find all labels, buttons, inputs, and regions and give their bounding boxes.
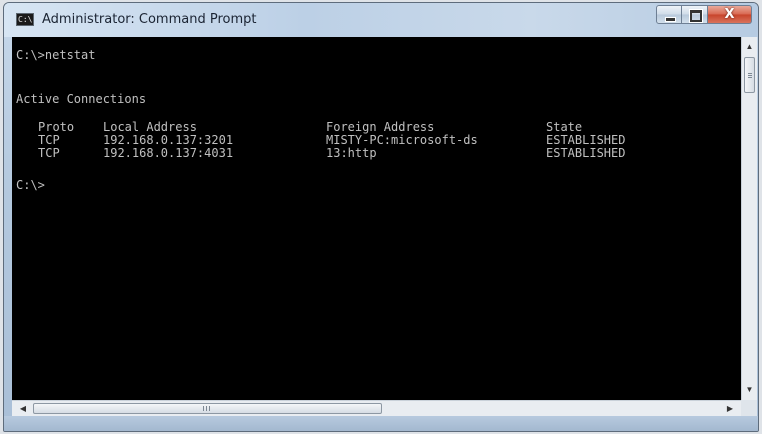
vertical-scrollbar[interactable]: ▲ ▼: [741, 37, 757, 416]
vertical-scroll-thumb[interactable]: [744, 57, 755, 93]
grip-line: [748, 75, 752, 76]
close-button[interactable]: X: [708, 5, 752, 24]
cmd-icon[interactable]: C:\: [16, 13, 34, 26]
close-icon: X: [724, 7, 735, 22]
grip-line: [748, 73, 752, 74]
command-line: C:\>netstat: [16, 48, 96, 62]
section-title: Active Connections: [16, 92, 147, 106]
grip-line: [203, 406, 204, 411]
scroll-right-arrow-icon[interactable]: ▶: [723, 401, 737, 416]
cell-local-address: 192.168.0.137:4031: [103, 146, 234, 160]
window-bottom-border: [4, 416, 758, 431]
horizontal-scrollbar[interactable]: ◀ ▶: [12, 400, 741, 416]
grip-line: [748, 77, 752, 78]
minimize-icon: [665, 17, 676, 22]
cell-state: ESTABLISHED: [546, 146, 626, 160]
grip-line: [206, 406, 207, 411]
minimize-button[interactable]: [656, 5, 682, 24]
grip-line: [209, 406, 210, 411]
caption-buttons: X: [656, 5, 752, 25]
maximize-button[interactable]: [682, 5, 708, 24]
scrollbar-corner: [741, 400, 757, 416]
horizontal-scroll-thumb[interactable]: [33, 403, 382, 414]
scroll-up-arrow-icon[interactable]: ▲: [742, 39, 757, 55]
cell-proto: TCP: [38, 146, 60, 160]
title-bar[interactable]: C:\ Administrator: Command Prompt X: [4, 3, 758, 37]
console-output[interactable]: C:\>netstat Active Connections Proto Loc…: [12, 37, 741, 400]
command-prompt-window: C:\ Administrator: Command Prompt X C:\>…: [3, 2, 759, 432]
scroll-down-arrow-icon[interactable]: ▼: [742, 382, 757, 398]
cell-foreign-address: 13:http: [326, 146, 377, 160]
maximize-icon: [690, 10, 702, 22]
window-title: Administrator: Command Prompt: [42, 12, 257, 27]
scroll-left-arrow-icon[interactable]: ◀: [16, 401, 30, 416]
command-prompt: C:\>: [16, 178, 45, 192]
